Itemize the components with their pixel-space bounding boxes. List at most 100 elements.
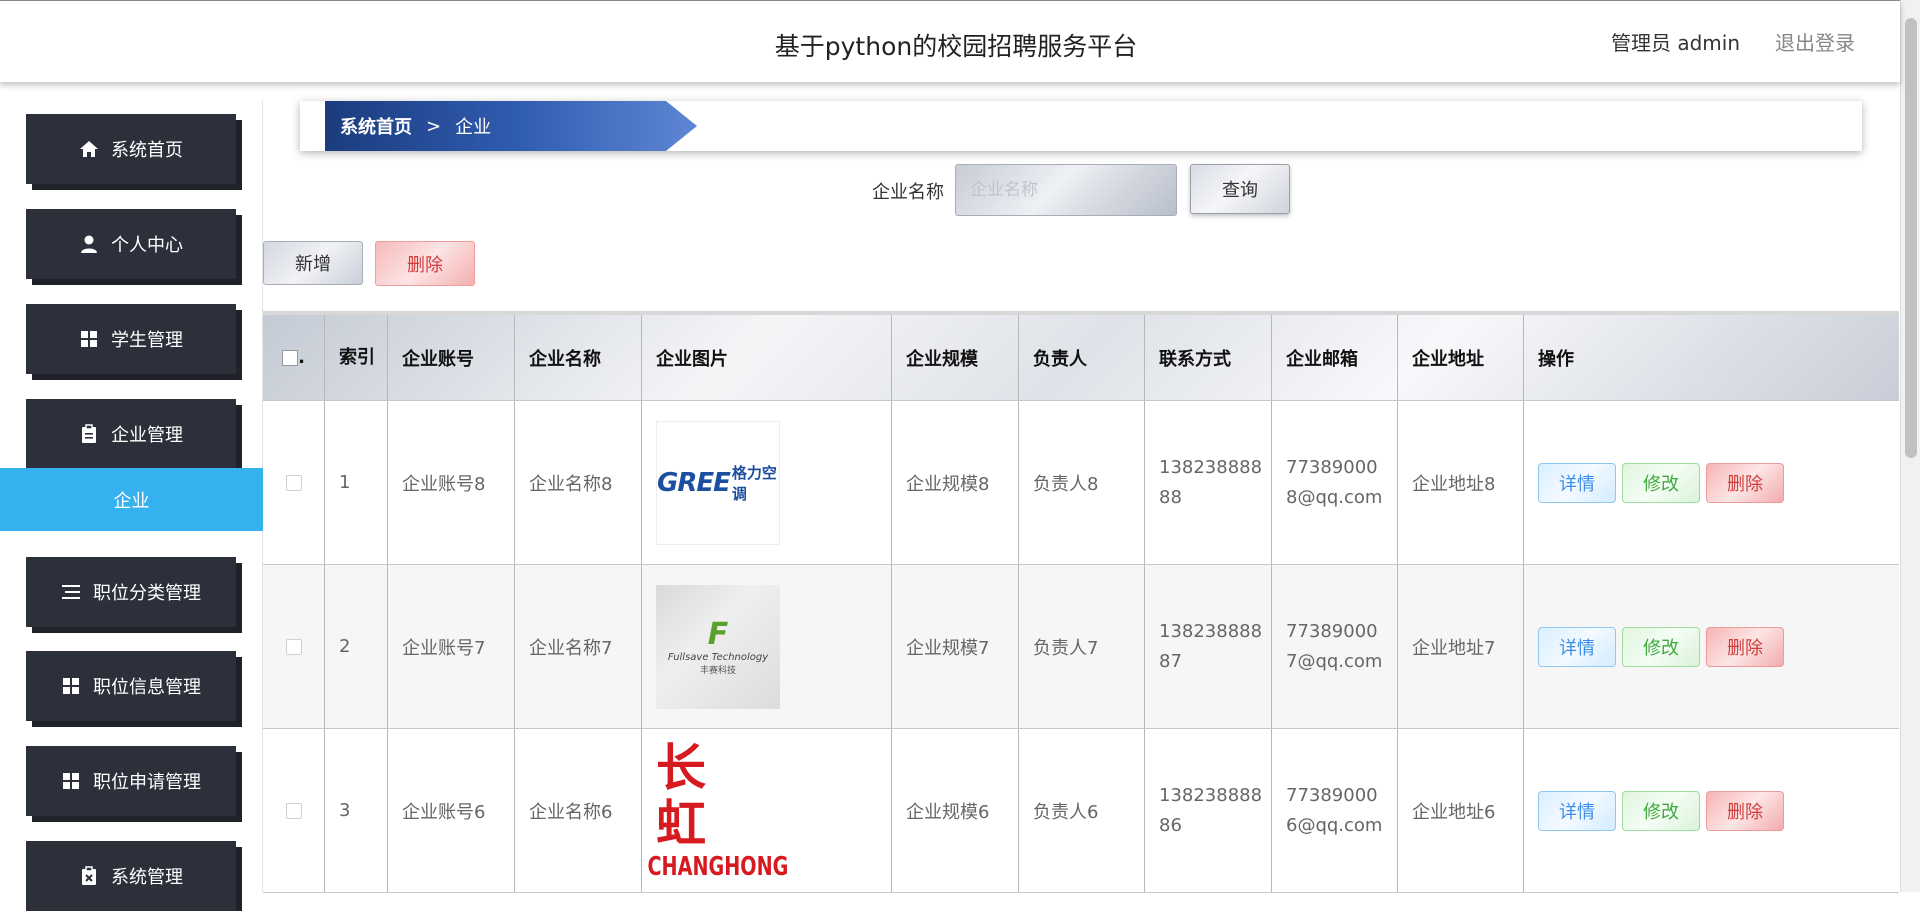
breadcrumb-home[interactable]: 系统首页: [340, 113, 412, 139]
sidebar-item-label: 企业管理: [111, 425, 183, 446]
sidebar-item-label: 学生管理: [111, 330, 183, 351]
column-header-index[interactable]: 索引: [325, 315, 388, 400]
select-all-checkbox[interactable]: [282, 349, 299, 366]
sidebar-item-companies[interactable]: 企业管理: [26, 399, 236, 469]
table-row: 3 企业账号6 企业名称6 长虹 CHANGHONG 企业规模6 负责人6 13…: [263, 729, 1899, 893]
sidebar-item-home[interactable]: 系统首页: [26, 114, 236, 184]
cell-index: 2: [325, 565, 388, 728]
sidebar-item-label: 系统管理: [111, 867, 183, 888]
sidebar-subitem-company[interactable]: 企业: [0, 468, 263, 531]
company-logo-gree[interactable]: GREE 格力空调: [656, 420, 780, 545]
column-header-phone[interactable]: 联系方式: [1145, 315, 1272, 400]
cell-scale: 企业规模7: [892, 565, 1019, 728]
column-header-address[interactable]: 企业地址: [1398, 315, 1524, 400]
cell-phone: 13823888888: [1145, 401, 1272, 564]
cell-account: 企业账号8: [388, 401, 515, 564]
cell-address: 企业地址6: [1398, 729, 1524, 892]
sidebar-item-job-categories[interactable]: 职位分类管理: [26, 557, 236, 627]
delete-button[interactable]: 删除: [1706, 626, 1784, 667]
cell-account: 企业账号6: [388, 729, 515, 892]
sidebar-item-profile[interactable]: 个人中心: [26, 209, 236, 279]
logo-text: 丰赛科技: [699, 666, 736, 676]
cell-phone: 13823888887: [1145, 565, 1272, 728]
sidebar-item-label: 系统首页: [111, 140, 183, 161]
sidebar-item-label: 职位分类管理: [93, 583, 201, 604]
logo-text: Fullsave Technology: [667, 652, 769, 663]
column-header-account[interactable]: 企业账号: [388, 315, 515, 400]
column-header-scale[interactable]: 企业规模: [892, 315, 1019, 400]
sidebar-item-label: 职位信息管理: [93, 677, 201, 698]
edit-button[interactable]: 修改: [1622, 626, 1700, 667]
cell-owner: 负责人8: [1019, 401, 1145, 564]
add-button[interactable]: 新增: [263, 241, 363, 285]
clipboard-x-icon: [79, 866, 99, 886]
row-checkbox-cell: [263, 401, 325, 564]
delete-button[interactable]: 删除: [1706, 790, 1784, 831]
detail-button[interactable]: 详情: [1538, 790, 1616, 831]
cell-account: 企业账号7: [388, 565, 515, 728]
bulk-delete-button[interactable]: 删除: [375, 241, 475, 286]
cell-email: 773890006@qq.com: [1272, 729, 1398, 892]
cell-actions: 详情 修改 删除: [1524, 401, 1899, 564]
cell-actions: 详情 修改 删除: [1524, 729, 1899, 892]
edit-button[interactable]: 修改: [1622, 462, 1700, 503]
delete-button[interactable]: 删除: [1706, 462, 1784, 503]
table-row: 1 企业账号8 企业名称8 GREE 格力空调 企业规模8 负责人8 138238…: [263, 401, 1899, 565]
column-header-actions: 操作: [1538, 348, 1574, 370]
cell-name: 企业名称7: [515, 565, 642, 728]
row-checkbox[interactable]: [285, 474, 302, 491]
row-checkbox-cell: [263, 565, 325, 728]
cell-scale: 企业规模6: [892, 729, 1019, 892]
column-header-image[interactable]: 企业图片: [642, 315, 892, 400]
company-name-search-input[interactable]: [955, 164, 1177, 216]
sidebar-item-label: 个人中心: [111, 235, 183, 256]
logo-text: 长虹: [656, 737, 720, 853]
home-icon: [79, 139, 99, 159]
cell-image: GREE 格力空调: [642, 401, 892, 564]
top-header: 基于python的校园招聘服务平台 管理员 admin 退出登录: [0, 0, 1900, 82]
cell-actions: 详情 修改 删除: [1524, 565, 1899, 728]
cell-email: 773890007@qq.com: [1272, 565, 1398, 728]
company-logo-changhong[interactable]: 长虹 CHANGHONG: [648, 739, 789, 882]
table-header: . 索引 企业账号 企业名称 企业图片 企业规模 负责人 联系方式 企业邮箱 企…: [263, 315, 1899, 401]
search-label: 企业名称: [872, 182, 944, 203]
logo-text: F: [707, 617, 729, 652]
cell-index: 3: [325, 729, 388, 892]
clipboard-icon: [79, 424, 99, 444]
select-all-cell: .: [263, 315, 325, 400]
vertical-scrollbar[interactable]: [1900, 0, 1920, 892]
company-logo-fullsave[interactable]: F Fullsave Technology 丰赛科技: [656, 584, 780, 709]
query-button[interactable]: 查询: [1190, 164, 1290, 214]
company-table: . 索引 企业账号 企业名称 企业图片 企业规模 负责人 联系方式 企业邮箱 企…: [263, 311, 1899, 893]
scrollbar-thumb[interactable]: [1905, 18, 1917, 458]
row-checkbox[interactable]: [285, 802, 302, 819]
logo-text: 格力空调: [731, 463, 777, 503]
cell-image: 长虹 CHANGHONG: [642, 729, 892, 892]
grid-icon: [79, 329, 99, 349]
sidebar-item-students[interactable]: 学生管理: [26, 304, 236, 374]
logout-link[interactable]: 退出登录: [1775, 27, 1855, 56]
column-header-owner[interactable]: 负责人: [1019, 315, 1145, 400]
breadcrumb-bar: 系统首页 > 企业: [300, 101, 1862, 151]
row-checkbox[interactable]: [285, 638, 302, 655]
detail-button[interactable]: 详情: [1538, 626, 1616, 667]
edit-button[interactable]: 修改: [1622, 790, 1700, 831]
cell-image: F Fullsave Technology 丰赛科技: [642, 565, 892, 728]
sidebar-item-job-info[interactable]: 职位信息管理: [26, 651, 236, 721]
column-header-name[interactable]: 企业名称: [515, 315, 642, 400]
detail-button[interactable]: 详情: [1538, 462, 1616, 503]
cell-address: 企业地址7: [1398, 565, 1524, 728]
column-header-email[interactable]: 企业邮箱: [1272, 315, 1398, 400]
cell-index: 1: [325, 401, 388, 564]
current-user: 管理员 admin: [1611, 31, 1741, 55]
sidebar: 系统首页 个人中心 学生管理 企业管理 企业 职位分类管理 职位信息管理 职位申…: [0, 100, 263, 911]
logo-text: CHANGHONG: [647, 851, 789, 882]
list-icon: [61, 582, 81, 602]
grid-icon: [61, 676, 81, 696]
sidebar-item-system[interactable]: 系统管理: [26, 841, 236, 911]
breadcrumb: 系统首页 > 企业: [325, 101, 697, 151]
cell-email: 773890008@qq.com: [1272, 401, 1398, 564]
sidebar-item-label: 职位申请管理: [93, 772, 201, 793]
sidebar-item-job-applications[interactable]: 职位申请管理: [26, 746, 236, 816]
grid-icon: [61, 771, 81, 791]
